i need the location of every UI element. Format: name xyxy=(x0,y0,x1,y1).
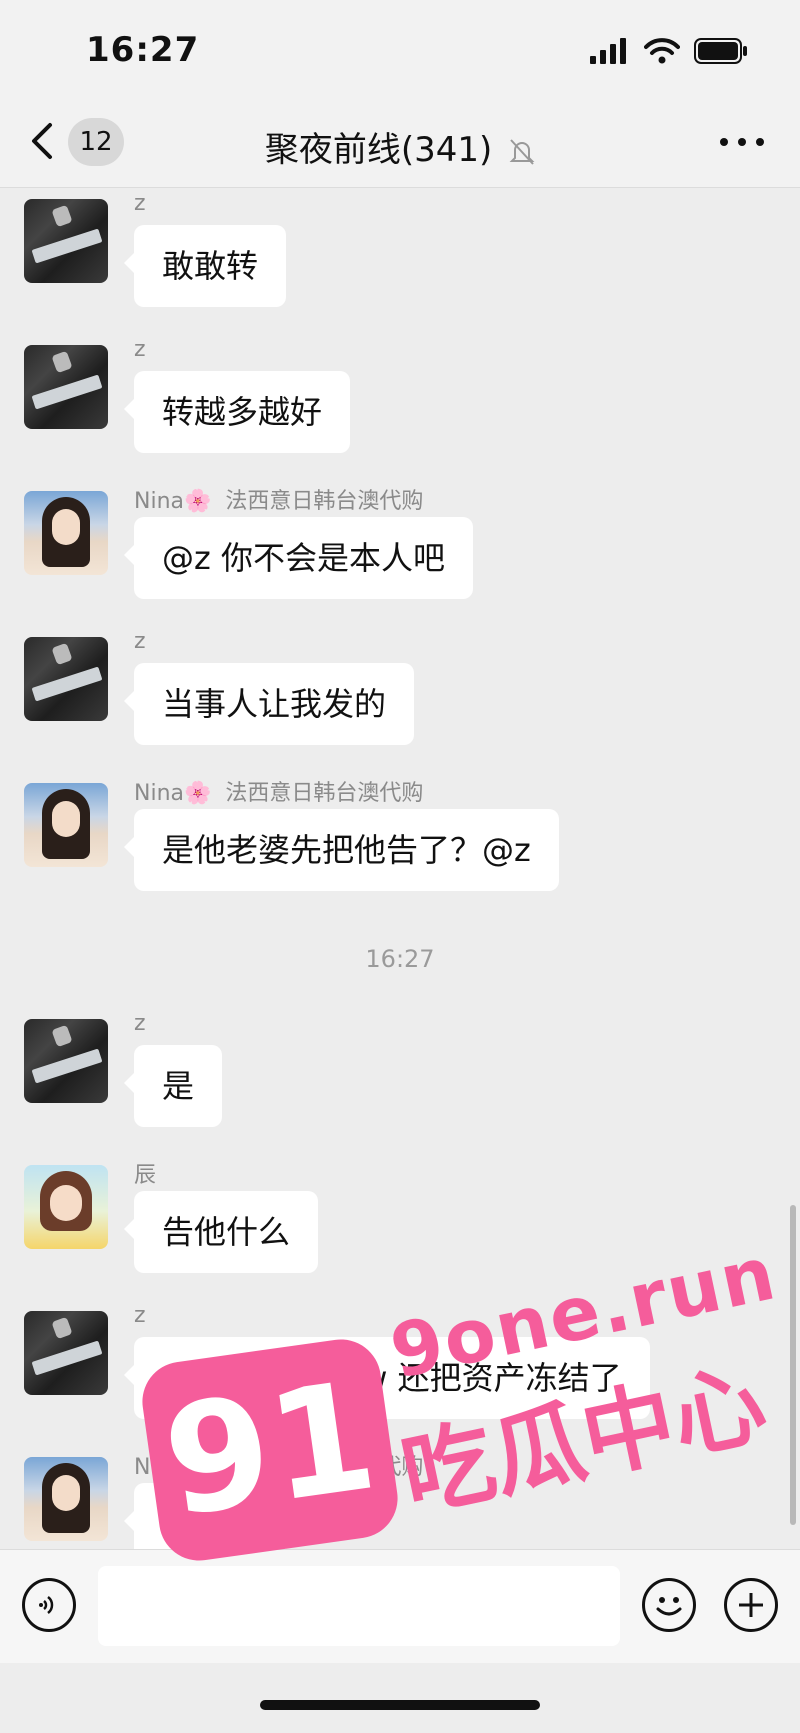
flower-emoji: 🌸 xyxy=(184,1455,212,1480)
sender-tag: 法西意日韩台澳代购 xyxy=(225,1455,424,1480)
emoji-button[interactable] xyxy=(642,1578,696,1632)
plus-button[interactable] xyxy=(724,1578,778,1632)
sender-name: z xyxy=(134,191,146,216)
sender-name: z xyxy=(134,337,146,362)
avatar[interactable] xyxy=(24,783,108,867)
message-bubble[interactable]: 反咬赔偿 880w 还把资产冻结了 xyxy=(124,1337,650,1419)
status-icons xyxy=(590,38,748,64)
sender-name-text: Nina xyxy=(134,781,184,806)
avatar[interactable] xyxy=(24,1165,108,1249)
avatar[interactable] xyxy=(24,1311,108,1395)
sender-name-text: z xyxy=(134,337,146,362)
sender-name-text: z xyxy=(134,1303,146,1328)
scrollbar[interactable] xyxy=(790,1205,796,1525)
status-time: 16:27 xyxy=(86,30,200,70)
time-divider: 16:27 xyxy=(365,945,435,973)
sender-name: z xyxy=(134,1011,146,1036)
dot-icon xyxy=(720,138,728,146)
avatar[interactable] xyxy=(24,637,108,721)
message-bubble[interactable]: @z 你不会是本人吧 xyxy=(124,517,473,599)
more-options-button[interactable] xyxy=(720,130,764,154)
avatar[interactable] xyxy=(24,1019,108,1103)
avatar[interactable] xyxy=(24,1457,108,1541)
chat-title-text: 聚夜前线(341) xyxy=(264,130,493,170)
sender-name: Nina🌸 法西意日韩台澳代购 xyxy=(134,1449,423,1481)
avatar[interactable] xyxy=(24,345,108,429)
sender-name: z xyxy=(134,1303,146,1328)
sender-name-text: Nina xyxy=(134,489,184,514)
sender-name: z xyxy=(134,629,146,654)
message-bubble[interactable]: 是 xyxy=(123,1045,223,1127)
message-input[interactable] xyxy=(98,1566,620,1646)
emoji-icon xyxy=(656,1597,682,1616)
sender-name-text: z xyxy=(134,1011,146,1036)
sender-name-text: z xyxy=(134,191,146,216)
avatar[interactable] xyxy=(24,199,108,283)
battery-icon xyxy=(694,38,747,64)
mute-bell-icon xyxy=(509,138,535,165)
sender-name-text: z xyxy=(134,629,146,654)
message-bubble[interactable]: 是他老婆先把他告了？@z xyxy=(124,809,559,891)
plus-icon xyxy=(739,1593,763,1617)
status-bar: 16:27 xyxy=(0,0,800,100)
dot-icon xyxy=(738,138,746,146)
message-bubble[interactable]: 好离谱 xyxy=(123,1483,287,1549)
sender-tag: 法西意日韩台澳代购 xyxy=(225,781,424,806)
flower-emoji: 🌸 xyxy=(184,781,212,806)
message-list[interactable]: z 敢敢转 z 转越多越好 Nina🌸 法西意日韩台澳代购 @z 你不会是本人吧 … xyxy=(0,189,800,1549)
avatar[interactable] xyxy=(24,491,108,575)
chat-title: 聚夜前线(341) xyxy=(0,122,800,171)
flower-emoji: 🌸 xyxy=(184,489,212,514)
message-bubble[interactable]: 当事人让我发的 xyxy=(123,663,415,745)
message-bubble[interactable]: 敢敢转 xyxy=(123,225,287,307)
chat-header: 12 聚夜前线(341) xyxy=(0,100,800,188)
sender-name: Nina🌸 法西意日韩台澳代购 xyxy=(134,775,423,807)
voice-icon xyxy=(39,1596,54,1614)
input-bar xyxy=(0,1549,800,1663)
signal-icon xyxy=(590,38,626,64)
voice-input-button[interactable] xyxy=(22,1578,76,1632)
message-bubble[interactable]: 告他什么 xyxy=(123,1191,319,1273)
wifi-icon xyxy=(644,38,680,64)
dot-icon xyxy=(756,138,764,146)
sender-tag: 法西意日韩台澳代购 xyxy=(225,489,424,514)
sender-name-text: Nina xyxy=(134,1455,184,1480)
home-indicator[interactable] xyxy=(260,1700,540,1710)
sender-name-text: 辰 xyxy=(134,1163,157,1188)
sender-name: Nina🌸 法西意日韩台澳代购 xyxy=(134,483,423,515)
sender-name: 辰 xyxy=(134,1157,156,1189)
message-bubble[interactable]: 转越多越好 xyxy=(123,371,351,453)
